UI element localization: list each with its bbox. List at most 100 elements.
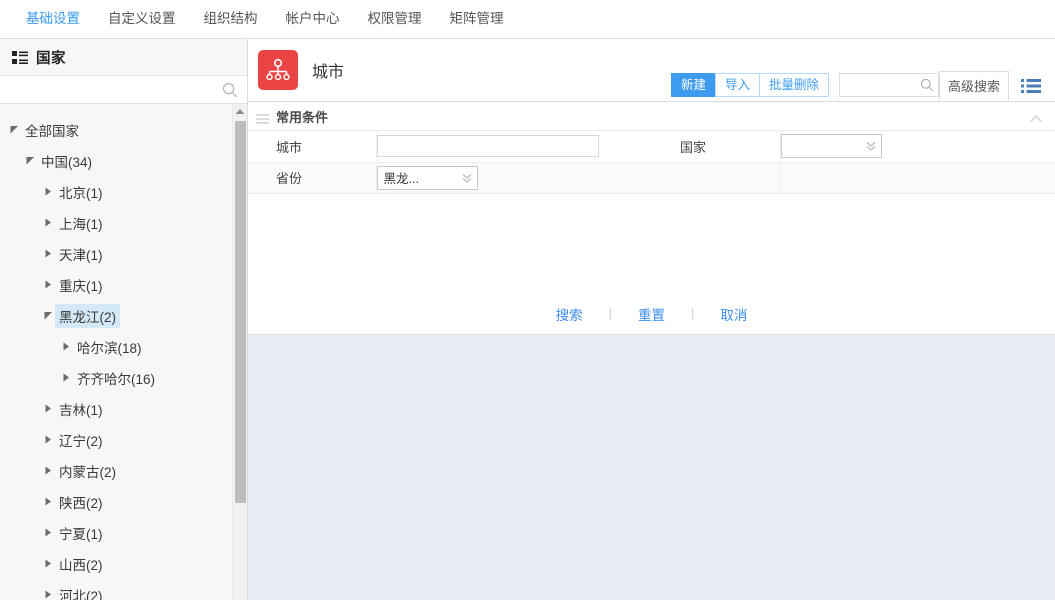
- tree-node-label: 陕西(2): [59, 495, 103, 511]
- toolbar-button-group: 新建 导入 批量删除: [670, 73, 829, 97]
- page-title: 城市: [312, 64, 345, 81]
- triangle-collapsed-icon[interactable]: [42, 404, 55, 413]
- triangle-collapsed-icon[interactable]: [42, 249, 55, 258]
- tree-node[interactable]: 中国(34): [0, 145, 225, 176]
- hamburger-icon: [256, 111, 269, 124]
- cancel-button[interactable]: 取消: [694, 304, 773, 324]
- topnav-item-account-center[interactable]: 帐户中心: [272, 0, 354, 38]
- triangle-collapsed-icon[interactable]: [42, 187, 55, 196]
- triangle-collapsed-icon[interactable]: [42, 466, 55, 475]
- sidebar-title: 国家: [36, 50, 66, 67]
- search-button[interactable]: 搜索: [530, 304, 609, 324]
- search-icon[interactable]: [920, 78, 934, 92]
- tree-node-label: 黑龙江(2): [55, 303, 120, 328]
- tree-node-label: 重庆(1): [59, 278, 103, 294]
- triangle-collapsed-icon[interactable]: [42, 559, 55, 568]
- advanced-search-tab[interactable]: 高级搜索: [938, 71, 1009, 101]
- scroll-up-arrow-icon[interactable]: [233, 104, 247, 119]
- triangle-collapsed-icon[interactable]: [42, 435, 55, 444]
- search-icon[interactable]: [222, 82, 238, 98]
- page-header: 城市 新建 导入 批量删除 高级搜索: [248, 39, 1055, 101]
- tree-node[interactable]: 上海(1): [0, 207, 225, 238]
- field-label-country: 国家: [652, 131, 781, 163]
- triangle-expanded-icon[interactable]: [24, 156, 37, 165]
- topnav-item-org-structure[interactable]: 组织结构: [190, 0, 272, 38]
- tree-node[interactable]: 黑龙江(2): [0, 300, 225, 331]
- tree-node-label: 内蒙古(2): [59, 464, 116, 480]
- reset-button[interactable]: 重置: [612, 304, 691, 324]
- tree-node[interactable]: 陕西(2): [0, 486, 225, 517]
- list-squares-icon: [12, 50, 28, 64]
- field-label-province: 省份: [248, 162, 377, 194]
- tree-node[interactable]: 哈尔滨(18): [0, 331, 225, 362]
- app-root: 基础设置 自定义设置 组织结构 帐户中心 权限管理 矩阵管理 国家 全部国家 中…: [0, 0, 1055, 600]
- search-conditions-panel: 常用条件 城市 国家 省份 黑龙... 搜索 | 重置 | 取消: [248, 101, 1055, 335]
- topnav-item-permissions[interactable]: 权限管理: [354, 0, 436, 38]
- double-chevron-down-icon: [865, 140, 877, 152]
- triangle-collapsed-icon[interactable]: [60, 342, 73, 351]
- tree-node[interactable]: 全部国家: [0, 114, 225, 145]
- triangle-collapsed-icon[interactable]: [42, 528, 55, 537]
- topnav-item-basic-settings[interactable]: 基础设置: [12, 0, 94, 38]
- tree-node-label: 辽宁(2): [59, 433, 103, 449]
- tree-node[interactable]: 山西(2): [0, 548, 225, 579]
- tree-node[interactable]: 河北(2): [0, 579, 225, 600]
- main-content: 城市 新建 导入 批量删除 高级搜索 常用条件 城市 国家 省份 黑龙... 搜…: [248, 39, 1055, 600]
- tree-node-label: 上海(1): [59, 216, 103, 232]
- triangle-expanded-icon[interactable]: [42, 311, 55, 320]
- field-cell-country: [780, 131, 1055, 163]
- triangle-collapsed-icon[interactable]: [42, 218, 55, 227]
- page-body: 国家 全部国家中国(34) 北京(1) 上海(1) 天津(1) 重庆(1) 黑龙江(2) 哈…: [0, 39, 1055, 600]
- tree-node[interactable]: 吉林(1): [0, 393, 225, 424]
- tree-node-label: 中国(34): [41, 154, 93, 170]
- tree-node[interactable]: 齐齐哈尔(16): [0, 362, 225, 393]
- results-area: [248, 334, 1055, 600]
- form-row: 城市 国家: [248, 131, 1055, 163]
- tree-node[interactable]: 重庆(1): [0, 269, 225, 300]
- triangle-collapsed-icon[interactable]: [42, 497, 55, 506]
- city-input[interactable]: [376, 135, 599, 158]
- sidebar-search: [0, 75, 247, 104]
- search-conditions-form: 城市 国家 省份 黑龙...: [248, 131, 1055, 194]
- double-chevron-down-icon: [461, 172, 473, 184]
- toolbar-search: [838, 73, 939, 97]
- country-select[interactable]: [780, 134, 882, 159]
- topnav-item-matrix-management[interactable]: 矩阵管理: [436, 0, 518, 38]
- tree-node-label: 吉林(1): [59, 402, 103, 418]
- tree-node-label: 河北(2): [59, 588, 103, 600]
- tree-node[interactable]: 内蒙古(2): [0, 455, 225, 486]
- tree-node[interactable]: 辽宁(2): [0, 424, 225, 455]
- batch-delete-button[interactable]: 批量删除: [758, 73, 829, 97]
- import-button[interactable]: 导入: [714, 73, 759, 97]
- country-tree: 全部国家中国(34) 北京(1) 上海(1) 天津(1) 重庆(1) 黑龙江(2) 哈尔滨(…: [0, 104, 247, 600]
- tree-node-label: 北京(1): [59, 185, 103, 201]
- field-cell-province: 黑龙...: [376, 162, 652, 194]
- chevron-up-icon[interactable]: [1029, 111, 1043, 123]
- field-label-empty: [652, 162, 781, 194]
- topnav-item-custom-settings[interactable]: 自定义设置: [94, 0, 190, 38]
- province-select[interactable]: 黑龙...: [376, 165, 478, 190]
- tree-node-label: 齐齐哈尔(16): [77, 371, 156, 387]
- tree-node[interactable]: 天津(1): [0, 238, 225, 269]
- form-spacer: [248, 193, 1055, 294]
- scrollbar-thumb[interactable]: [235, 121, 246, 503]
- sidebar-header: 国家: [0, 39, 247, 75]
- tree-node-label: 哈尔滨(18): [77, 340, 142, 356]
- top-navigation-bar: 基础设置 自定义设置 组织结构 帐户中心 权限管理 矩阵管理: [0, 0, 1055, 39]
- triangle-expanded-icon[interactable]: [8, 125, 21, 134]
- tree-node-label: 宁夏(1): [59, 526, 103, 542]
- field-cell-city: [376, 131, 652, 163]
- triangle-collapsed-icon[interactable]: [42, 590, 55, 599]
- list-view-icon[interactable]: [1021, 76, 1043, 96]
- tree-node[interactable]: 北京(1): [0, 176, 225, 207]
- tree-node[interactable]: 宁夏(1): [0, 517, 225, 548]
- triangle-collapsed-icon[interactable]: [60, 373, 73, 382]
- panel-actions: 搜索 | 重置 | 取消: [248, 293, 1055, 334]
- sidebar-scrollbar[interactable]: [232, 104, 247, 600]
- tree-container: 全部国家中国(34) 北京(1) 上海(1) 天津(1) 重庆(1) 黑龙江(2) 哈尔滨(…: [0, 104, 247, 600]
- sidebar-search-input[interactable]: [0, 76, 247, 103]
- form-row: 省份 黑龙...: [248, 162, 1055, 194]
- tree-node-label: 山西(2): [59, 557, 103, 573]
- triangle-collapsed-icon[interactable]: [42, 280, 55, 289]
- new-button[interactable]: 新建: [670, 73, 715, 97]
